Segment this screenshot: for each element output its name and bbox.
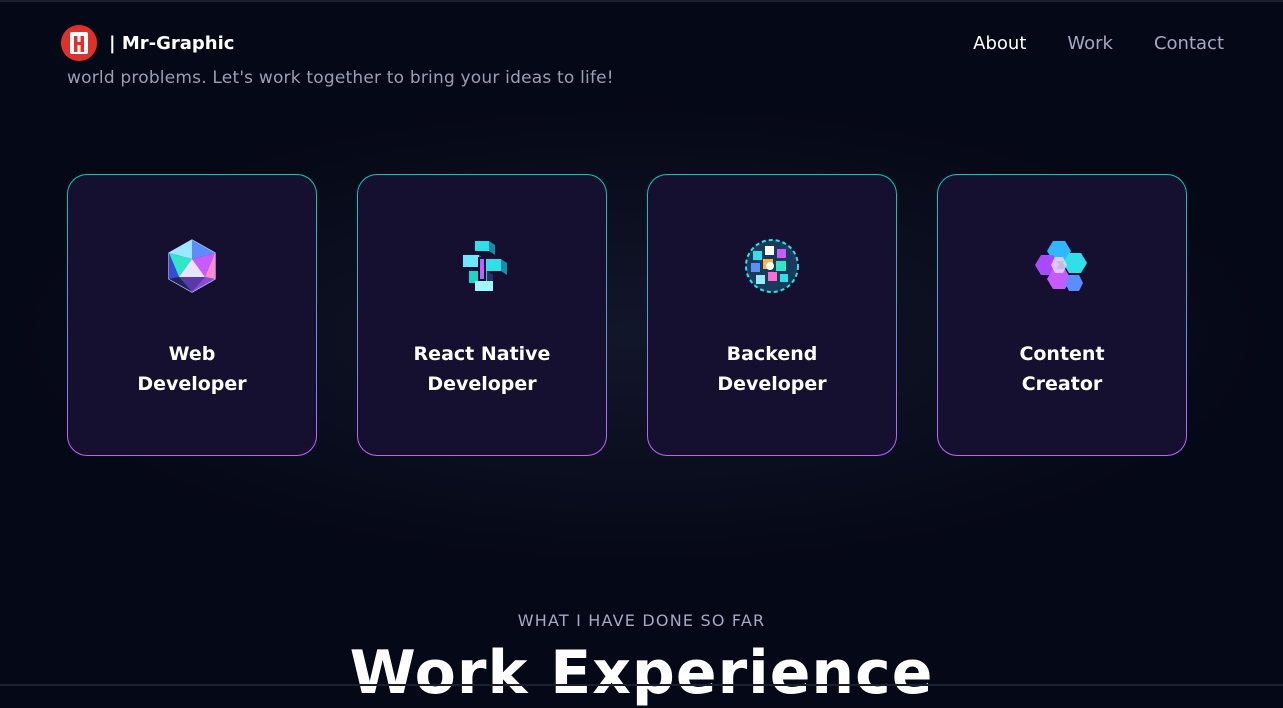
hex-cluster-icon [1033,237,1091,295]
service-title-line2: Developer [717,373,827,395]
service-title: Backend Developer [648,339,896,399]
service-title-line2: Creator [1021,373,1103,395]
service-cards: Web Developer React Native Developer Bac… [67,174,1187,456]
logo-badge-icon[interactable] [61,25,97,61]
service-card-react-native: React Native Developer [357,174,607,456]
service-card-inner: Web Developer [68,175,316,455]
intro-text: world problems. Let's work together to b… [67,68,614,88]
nav-link-about[interactable]: About [973,33,1026,54]
icosahedron-icon [163,237,221,295]
section-heading: Work Experience [349,638,934,708]
service-title: React Native Developer [358,339,606,399]
service-title-line2: Developer [137,373,247,395]
service-card-content-creator: Content Creator [937,174,1187,456]
service-card-inner: Content Creator [938,175,1186,455]
service-title-line1: Backend [726,343,818,365]
logo-text[interactable]: | Mr-Graphic [109,33,234,54]
service-card-backend: Backend Developer [647,174,897,456]
sphere-mosaic-icon [743,237,801,295]
nav-links: About Work Contact [973,33,1224,54]
nav-link-contact[interactable]: Contact [1154,33,1224,54]
service-title: Web Developer [68,339,316,399]
service-card-inner: Backend Developer [648,175,896,455]
service-title-line1: Web [168,343,216,365]
service-title-line1: Content [1019,343,1105,365]
service-card-inner: React Native Developer [358,175,606,455]
navbar: | Mr-Graphic About Work Contact [0,2,1283,70]
cube-structure-icon [453,237,511,295]
service-title-line2: Developer [427,373,537,395]
service-title-line1: React Native [413,343,551,365]
service-card-web: Web Developer [67,174,317,456]
section-subtitle: WHAT I HAVE DONE SO FAR [517,611,766,630]
service-title: Content Creator [938,339,1186,399]
nav-link-work[interactable]: Work [1067,33,1113,54]
